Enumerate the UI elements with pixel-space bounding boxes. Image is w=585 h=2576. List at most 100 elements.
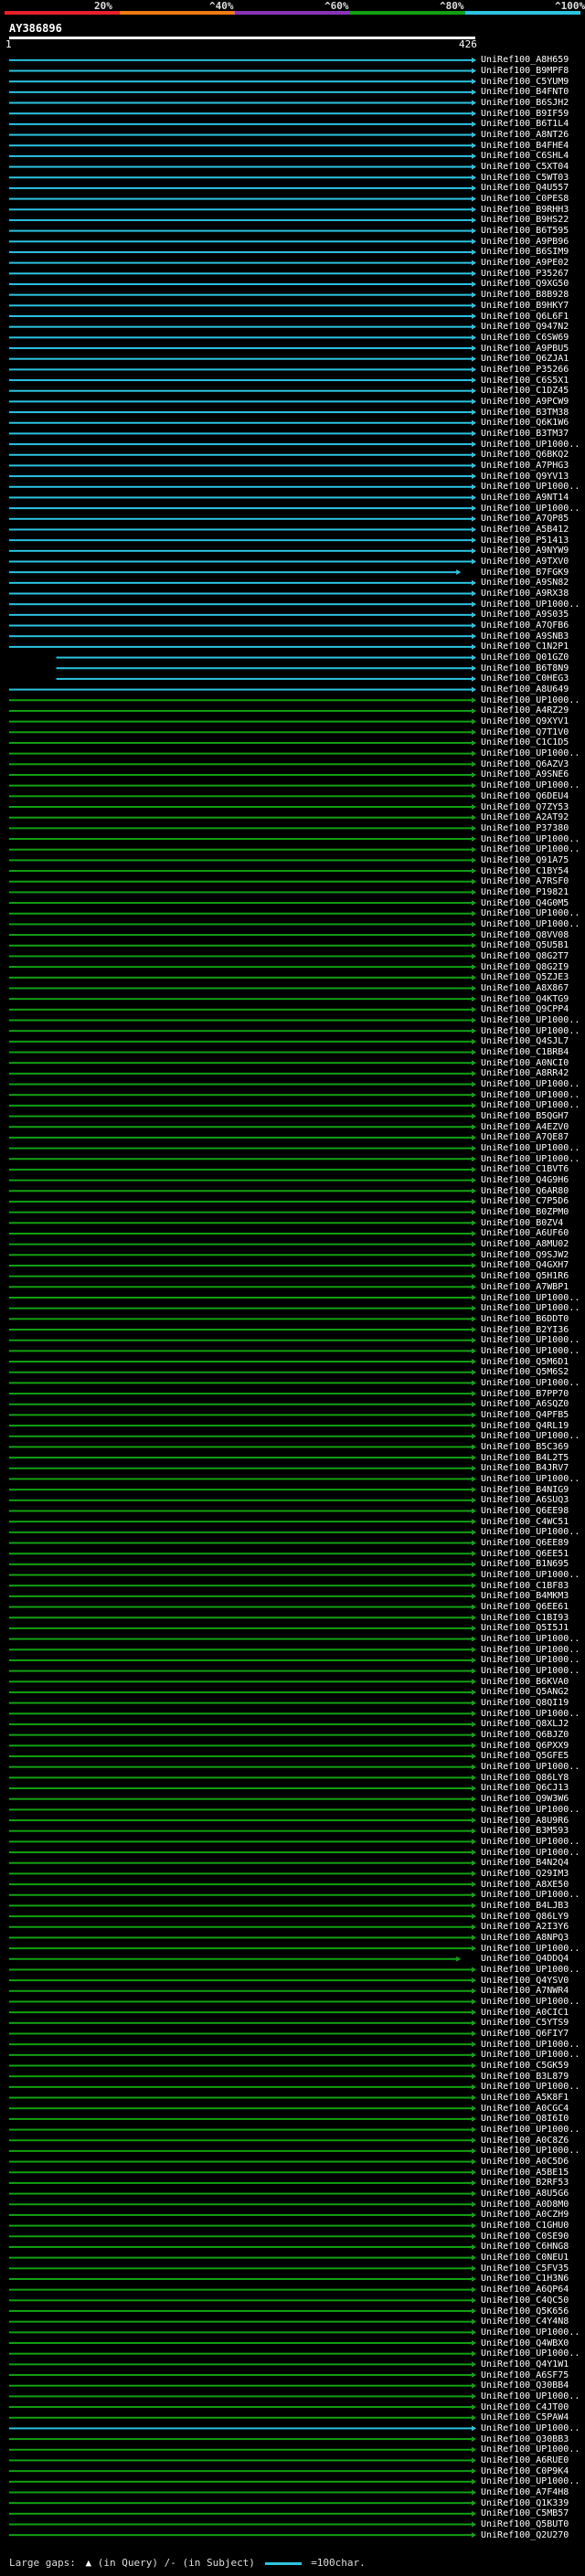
hit-bar[interactable] bbox=[9, 1179, 475, 1182]
hit-label[interactable]: UniRef100_Q9YV13 bbox=[481, 472, 569, 482]
hit-label[interactable]: UniRef100_B6T1L4 bbox=[481, 119, 569, 129]
hit-bar[interactable] bbox=[9, 1648, 475, 1651]
hit-bar[interactable] bbox=[9, 2470, 475, 2473]
hit-label[interactable]: UniRef100_Q4SJL7 bbox=[481, 1036, 569, 1046]
hit-label[interactable]: UniRef100_A9SNB3 bbox=[481, 631, 569, 641]
hit-label[interactable]: UniRef100_A0NCI0 bbox=[481, 1058, 569, 1068]
hit-bar[interactable] bbox=[9, 1339, 475, 1341]
hit-bar[interactable] bbox=[9, 1531, 475, 1533]
hit-bar[interactable] bbox=[9, 347, 475, 350]
hit-bar[interactable] bbox=[9, 2139, 475, 2142]
hit-label[interactable]: UniRef100_A7F4H8 bbox=[481, 2487, 569, 2497]
hit-bar[interactable] bbox=[9, 603, 475, 606]
hit-label[interactable]: UniRef100_UP1000.. bbox=[481, 1890, 580, 1900]
hit-label[interactable]: UniRef100_C1GHU0 bbox=[481, 2221, 569, 2231]
hit-bar[interactable] bbox=[9, 1499, 475, 1501]
hit-bar[interactable] bbox=[9, 389, 475, 392]
hit-bar[interactable] bbox=[9, 549, 475, 552]
hit-bar[interactable] bbox=[9, 2342, 475, 2345]
hit-label[interactable]: UniRef100_A8U649 bbox=[481, 684, 569, 694]
hit-label[interactable]: UniRef100_UP1000.. bbox=[481, 748, 580, 758]
hit-bar[interactable] bbox=[9, 1947, 475, 1950]
hit-label[interactable]: UniRef100_Q9XG50 bbox=[481, 279, 569, 289]
hit-bar[interactable] bbox=[9, 1553, 475, 1555]
hit-bar[interactable] bbox=[9, 2085, 475, 2088]
hit-bar[interactable] bbox=[9, 261, 475, 264]
hit-label[interactable]: UniRef100_UP1000.. bbox=[481, 1346, 580, 1356]
hit-bar[interactable] bbox=[9, 2011, 475, 2014]
hit-bar[interactable] bbox=[9, 1190, 475, 1193]
hit-bar[interactable] bbox=[9, 250, 475, 253]
hit-bar[interactable] bbox=[9, 2310, 475, 2313]
hit-label[interactable]: UniRef100_C6SHL4 bbox=[481, 151, 569, 161]
hit-label[interactable]: UniRef100_B3TM37 bbox=[481, 429, 569, 439]
hit-label[interactable]: UniRef100_UP1000.. bbox=[481, 2040, 580, 2050]
hit-label[interactable]: UniRef100_Q4WBX0 bbox=[481, 2338, 569, 2348]
hit-bar[interactable] bbox=[9, 133, 475, 136]
hit-bar[interactable] bbox=[9, 1638, 475, 1640]
hit-label[interactable]: UniRef100_C1BI93 bbox=[481, 1613, 569, 1623]
hit-label[interactable]: UniRef100_UP1000.. bbox=[481, 599, 580, 610]
hit-bar[interactable] bbox=[9, 1062, 475, 1065]
hit-label[interactable]: UniRef100_UP1000.. bbox=[481, 2082, 580, 2092]
hit-label[interactable]: UniRef100_A6SF75 bbox=[481, 2370, 569, 2380]
hit-bar[interactable] bbox=[9, 1861, 475, 1864]
hit-label[interactable]: UniRef100_Q6BKQ2 bbox=[481, 450, 569, 460]
hit-label[interactable]: UniRef100_UP1000.. bbox=[481, 834, 580, 844]
hit-bar[interactable] bbox=[9, 2107, 475, 2110]
hit-bar[interactable] bbox=[9, 1083, 475, 1086]
hit-label[interactable]: UniRef100_UP1000.. bbox=[481, 1079, 580, 1089]
hit-bar[interactable] bbox=[9, 1072, 475, 1075]
hit-label[interactable]: UniRef100_C1N2P1 bbox=[481, 641, 569, 652]
hit-bar[interactable] bbox=[9, 1115, 475, 1118]
hit-label[interactable]: UniRef100_UP1000.. bbox=[481, 2146, 580, 2156]
hit-label[interactable]: UniRef100_Q4RL19 bbox=[481, 1421, 569, 1431]
hit-label[interactable]: UniRef100_B5QGH7 bbox=[481, 1111, 569, 1121]
hit-label[interactable]: UniRef100_B3TM38 bbox=[481, 408, 569, 418]
hit-bar[interactable] bbox=[9, 2149, 475, 2152]
hit-bar[interactable] bbox=[9, 379, 475, 382]
hit-label[interactable]: UniRef100_Q4PFB5 bbox=[481, 1410, 569, 1420]
hit-bar[interactable] bbox=[9, 2491, 475, 2494]
hit-label[interactable]: UniRef100_UP1000.. bbox=[481, 1848, 580, 1858]
hit-bar[interactable] bbox=[9, 1275, 475, 1277]
hit-label[interactable]: UniRef100_C5XT04 bbox=[481, 162, 569, 172]
hit-bar[interactable] bbox=[9, 1510, 475, 1512]
hit-label[interactable]: UniRef100_B4JRV7 bbox=[481, 1463, 569, 1473]
hit-label[interactable]: UniRef100_A8MU02 bbox=[481, 1239, 569, 1249]
hit-label[interactable]: UniRef100_B6T8N9 bbox=[481, 663, 569, 673]
hit-label[interactable]: UniRef100_A4RZ29 bbox=[481, 705, 569, 716]
hit-label[interactable]: UniRef100_C5GK59 bbox=[481, 2061, 569, 2071]
hit-label[interactable]: UniRef100_Q4GXH7 bbox=[481, 1260, 569, 1270]
hit-label[interactable]: UniRef100_B9HS22 bbox=[481, 215, 569, 225]
hit-label[interactable]: UniRef100_Q4Y1W1 bbox=[481, 2359, 569, 2369]
hit-bar[interactable] bbox=[9, 1168, 475, 1171]
hit-bar[interactable] bbox=[9, 2117, 475, 2120]
hit-label[interactable]: UniRef100_B3M593 bbox=[481, 1826, 569, 1836]
hit-bar[interactable] bbox=[9, 2075, 475, 2078]
hit-label[interactable]: UniRef100_Q9CPP4 bbox=[481, 1004, 569, 1014]
hit-bar[interactable] bbox=[9, 2299, 475, 2302]
hit-label[interactable]: UniRef100_Q6L6F1 bbox=[481, 312, 569, 322]
hit-bar[interactable] bbox=[9, 2277, 475, 2280]
hit-bar[interactable] bbox=[9, 592, 475, 595]
hit-bar[interactable] bbox=[9, 58, 475, 61]
hit-label[interactable]: UniRef100_B4NIG9 bbox=[481, 1485, 569, 1495]
hit-label[interactable]: UniRef100_C5FV35 bbox=[481, 2263, 569, 2274]
hit-bar[interactable] bbox=[9, 1765, 475, 1768]
hit-bar[interactable] bbox=[9, 2192, 475, 2195]
hit-bar[interactable] bbox=[9, 2352, 475, 2355]
hit-label[interactable]: UniRef100_B6SJH2 bbox=[481, 98, 569, 108]
hit-label[interactable]: UniRef100_A9TXV0 bbox=[481, 557, 569, 567]
hit-label[interactable]: UniRef100_Q4U557 bbox=[481, 183, 569, 193]
hit-label[interactable]: UniRef100_UP1000.. bbox=[481, 780, 580, 790]
hit-label[interactable]: UniRef100_UP1000.. bbox=[481, 1015, 580, 1025]
hit-label[interactable]: UniRef100_A7QP85 bbox=[481, 514, 569, 524]
hit-label[interactable]: UniRef100_A5K8F1 bbox=[481, 2093, 569, 2103]
hit-label[interactable]: UniRef100_Q4DDQ4 bbox=[481, 1954, 569, 1964]
hit-label[interactable]: UniRef100_A9RX38 bbox=[481, 588, 569, 599]
hit-label[interactable]: UniRef100_A8X867 bbox=[481, 983, 569, 993]
hit-label[interactable]: UniRef100_UP1000.. bbox=[481, 2423, 580, 2433]
hit-label[interactable]: UniRef100_Q9W3W6 bbox=[481, 1794, 569, 1804]
hit-bar[interactable] bbox=[9, 176, 475, 179]
